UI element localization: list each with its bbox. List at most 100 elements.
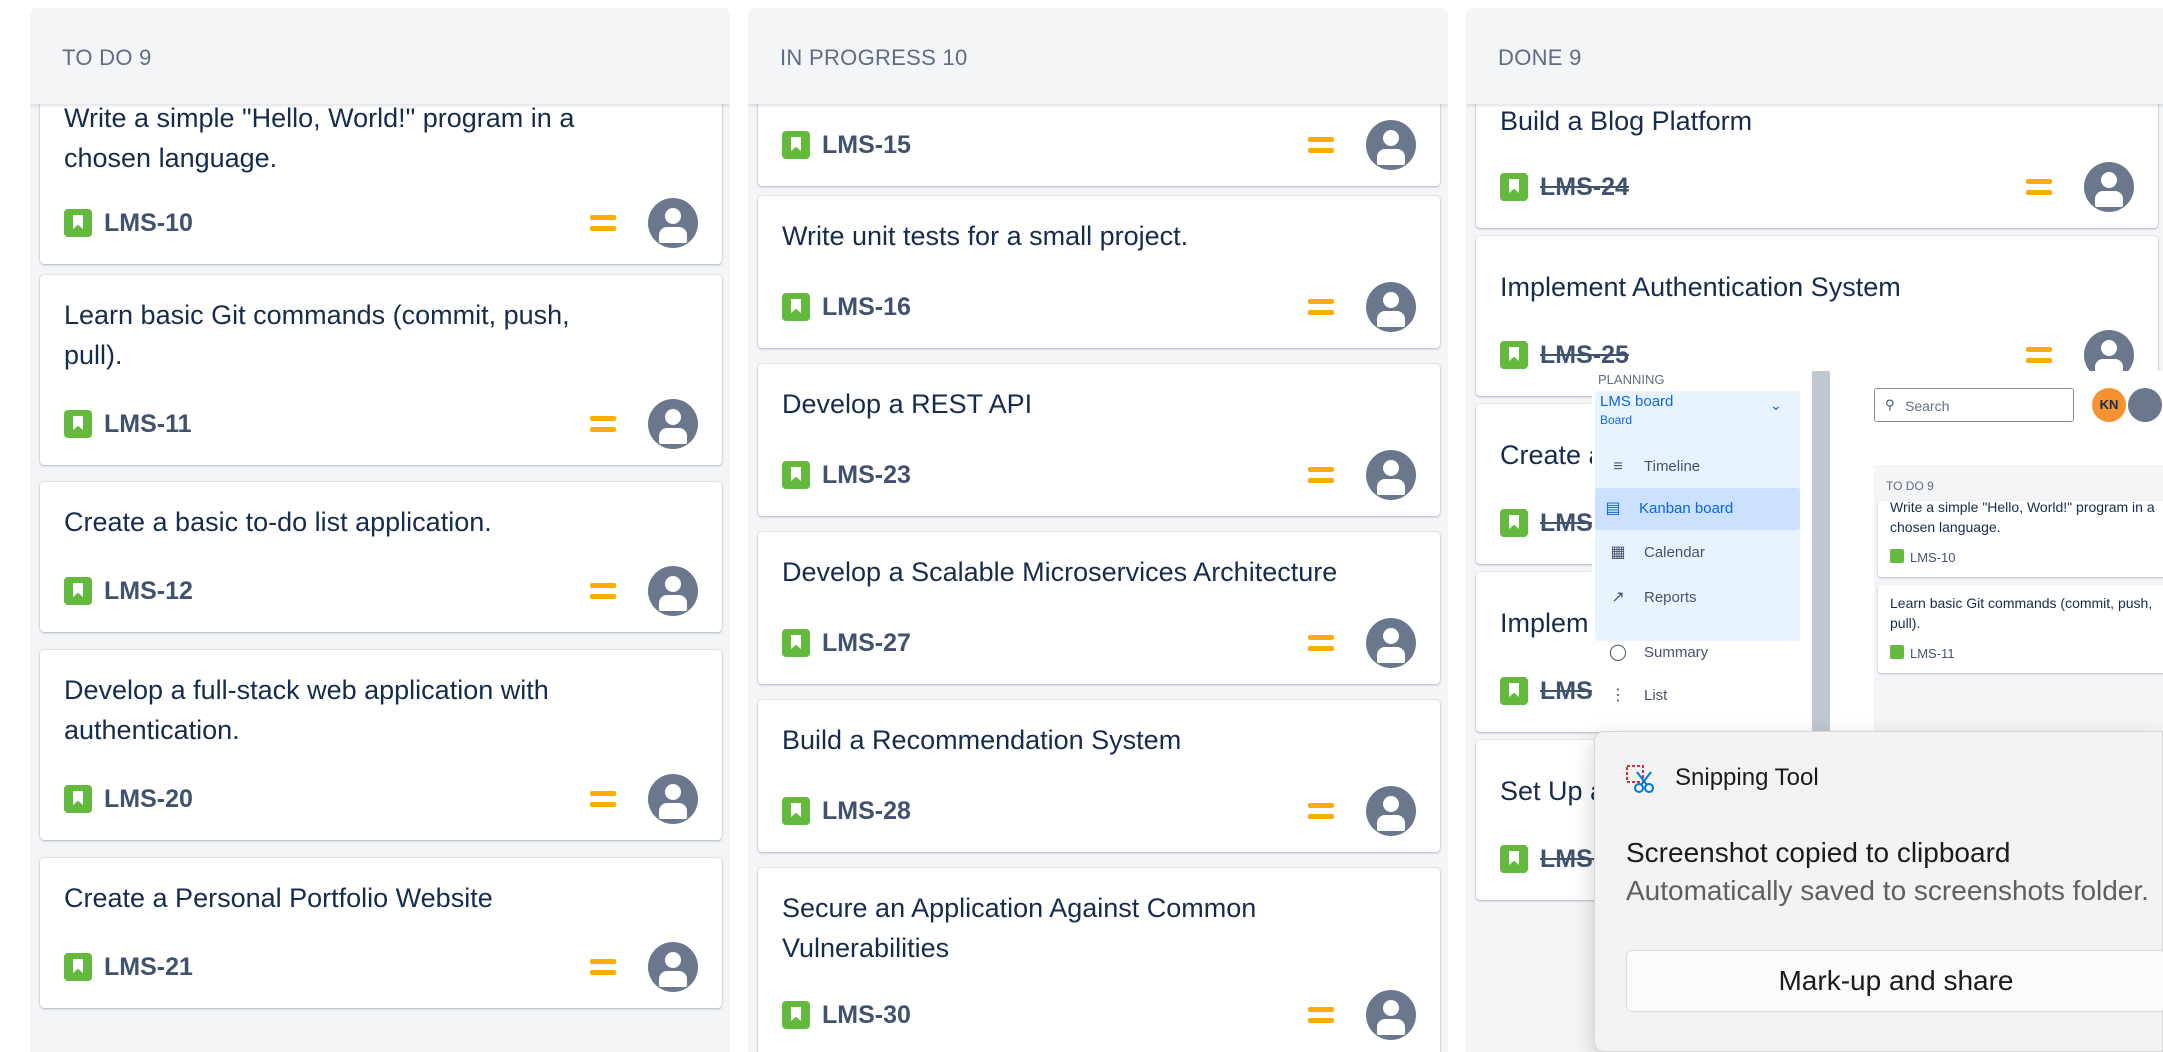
issue-key[interactable]: LMS-30 — [822, 998, 911, 1032]
nav-item-summary[interactable]: ◯ Summary — [1600, 632, 1800, 674]
issue-card[interactable]: Develop a Scalable Microservices Archite… — [758, 532, 1440, 684]
story-icon — [64, 577, 92, 605]
issue-key[interactable]: LMS-15 — [822, 128, 911, 162]
issue-key[interactable]: LMS-23 — [822, 458, 911, 492]
notification-subtext: Automatically saved to screenshots folde… — [1626, 875, 2149, 906]
issue-card[interactable]: Secure an Application Against Common Vul… — [758, 868, 1440, 1052]
nav-item-list[interactable]: ⋮ List — [1600, 675, 1800, 717]
issue-key[interactable]: LMS-27 — [822, 626, 911, 660]
issue-key[interactable]: LMS-11 — [1910, 646, 1955, 661]
issue-key[interactable]: LMS-21 — [104, 950, 193, 984]
issue-summary: Create a Personal Portfolio Website — [64, 883, 493, 913]
issue-summary: Implement Authentication System — [1500, 272, 1901, 302]
issue-card[interactable]: Write a simple "Hello, World!" program i… — [40, 80, 722, 264]
sidebar-scrollbar[interactable] — [1812, 371, 1830, 731]
issue-card[interactable]: Write unit tests for a small project. LM… — [758, 196, 1440, 348]
issue-card[interactable]: Create a basic to-do list application. L… — [40, 482, 722, 632]
issue-card[interactable]: Learn basic Git commands (commit, push, … — [1878, 585, 2163, 673]
priority-medium-icon — [590, 580, 616, 602]
story-icon — [782, 1001, 810, 1029]
snipping-tool-notification[interactable]: Snipping Tool Screenshot copied to clipb… — [1594, 731, 2163, 1052]
mini-column-todo: TO DO 9 Write a simple "Hello, World!" p… — [1874, 465, 2163, 731]
issue-meta: LMS-15 — [782, 120, 1416, 170]
assignee-avatar[interactable] — [648, 198, 698, 248]
column-in-progress: IN PROGRESS 10 LMS-15 Write unit tests f… — [748, 8, 1448, 1052]
priority-medium-icon — [590, 956, 616, 978]
issue-summary: Learn basic Git commands (commit, push, … — [1890, 595, 2153, 631]
avatar[interactable]: KN — [2092, 388, 2126, 422]
issue-card[interactable]: Write a simple "Hello, World!" program i… — [1878, 499, 2163, 577]
search-input[interactable]: ⚲ Search — [1874, 388, 2074, 422]
issue-key[interactable]: LMS-10 — [1910, 550, 1956, 565]
issue-key[interactable]: LMS-24 — [1540, 170, 1629, 204]
column-title: DONE 9 — [1498, 45, 1582, 70]
screenshot-preview[interactable]: PLANNING LMS board Board ⌄ ≡ Timeline ▤ … — [1592, 371, 2163, 731]
issue-key[interactable]: LMS-11 — [104, 407, 192, 441]
globe-icon: ◯ — [1609, 644, 1627, 661]
nav-label: Summary — [1644, 644, 1709, 661]
issue-meta: LMS-24 — [1500, 162, 2134, 212]
priority-medium-icon — [590, 413, 616, 435]
story-icon — [1500, 173, 1528, 201]
assignee-avatar[interactable] — [2128, 388, 2162, 422]
issue-card[interactable]: Learn basic Git commands (commit, push, … — [40, 275, 722, 465]
issue-meta: LMS-20 — [64, 774, 698, 824]
issue-key[interactable]: LMS- — [1540, 842, 1601, 876]
assignee-avatar[interactable] — [2084, 162, 2134, 212]
assignee-avatar[interactable] — [1366, 282, 1416, 332]
issue-card[interactable]: Develop a REST API LMS-23 — [758, 364, 1440, 516]
assignee-avatar[interactable] — [1366, 990, 1416, 1040]
timeline-icon: ≡ — [1613, 458, 1623, 475]
column-todo: TO DO 9 Write a simple "Hello, World!" p… — [30, 8, 730, 1052]
nav-item-calendar[interactable]: ▦ Calendar — [1600, 532, 1800, 574]
nav-item-timeline[interactable]: ≡ Timeline — [1600, 446, 1800, 488]
story-icon — [1500, 341, 1528, 369]
list-icon: ⋮ — [1610, 687, 1626, 704]
issue-meta: LMS-23 — [782, 450, 1416, 500]
nav-item-reports[interactable]: ↗ Reports — [1600, 577, 1800, 619]
assignee-avatar[interactable] — [1366, 618, 1416, 668]
issue-card[interactable]: Build a Recommendation System LMS-28 — [758, 700, 1440, 852]
assignee-avatar[interactable] — [1366, 450, 1416, 500]
nav-label: Reports — [1644, 589, 1697, 606]
issue-key[interactable]: LMS-10 — [104, 206, 193, 240]
issue-key[interactable]: LMS-12 — [104, 574, 193, 608]
story-icon — [64, 953, 92, 981]
issue-key[interactable]: LMS-25 — [1540, 338, 1629, 372]
issue-meta: LMS-27 — [782, 618, 1416, 668]
issue-key[interactable]: LMS-16 — [822, 290, 911, 324]
issue-summary: Write a simple "Hello, World!" program i… — [1890, 499, 2155, 535]
assignee-avatar[interactable] — [648, 942, 698, 992]
priority-medium-icon — [2026, 344, 2052, 366]
issue-key[interactable]: LMS-28 — [822, 794, 911, 828]
assignee-avatar[interactable] — [648, 399, 698, 449]
priority-medium-icon — [1308, 296, 1334, 318]
column-title: TO DO 9 — [1886, 479, 1934, 493]
issue-card[interactable]: Develop a full-stack web application wit… — [40, 650, 722, 840]
nav-item-kanban-board[interactable]: ▤ Kanban board — [1595, 488, 1800, 530]
story-icon — [782, 797, 810, 825]
notification-title: Screenshot copied to clipboard — [1626, 837, 2011, 868]
planning-label: PLANNING — [1598, 372, 1665, 387]
markup-and-share-button[interactable]: Mark-up and share — [1626, 950, 2163, 1012]
story-icon — [782, 629, 810, 657]
assignee-avatar[interactable] — [648, 774, 698, 824]
assignee-avatar[interactable] — [648, 566, 698, 616]
priority-medium-icon — [1308, 464, 1334, 486]
chevron-down-icon[interactable]: ⌄ — [1770, 397, 1782, 414]
priority-medium-icon — [1308, 1004, 1334, 1026]
story-icon — [782, 461, 810, 489]
issue-card[interactable]: Create a Personal Portfolio Website LMS-… — [40, 858, 722, 1008]
assignee-avatar[interactable] — [1366, 120, 1416, 170]
issue-key[interactable]: LMS-20 — [104, 782, 193, 816]
issue-summary: Secure an Application Against Common Vul… — [782, 893, 1257, 963]
issue-summary: Write unit tests for a small project. — [782, 221, 1189, 251]
search-placeholder: Search — [1905, 398, 1950, 414]
issue-meta: LMS-16 — [782, 282, 1416, 332]
reports-icon: ↗ — [1611, 589, 1625, 606]
priority-medium-icon — [1308, 632, 1334, 654]
issue-meta: LMS-11 — [64, 399, 698, 449]
snipping-tool-icon — [1626, 765, 1654, 793]
board-name[interactable]: LMS board — [1600, 393, 1673, 410]
assignee-avatar[interactable] — [1366, 786, 1416, 836]
